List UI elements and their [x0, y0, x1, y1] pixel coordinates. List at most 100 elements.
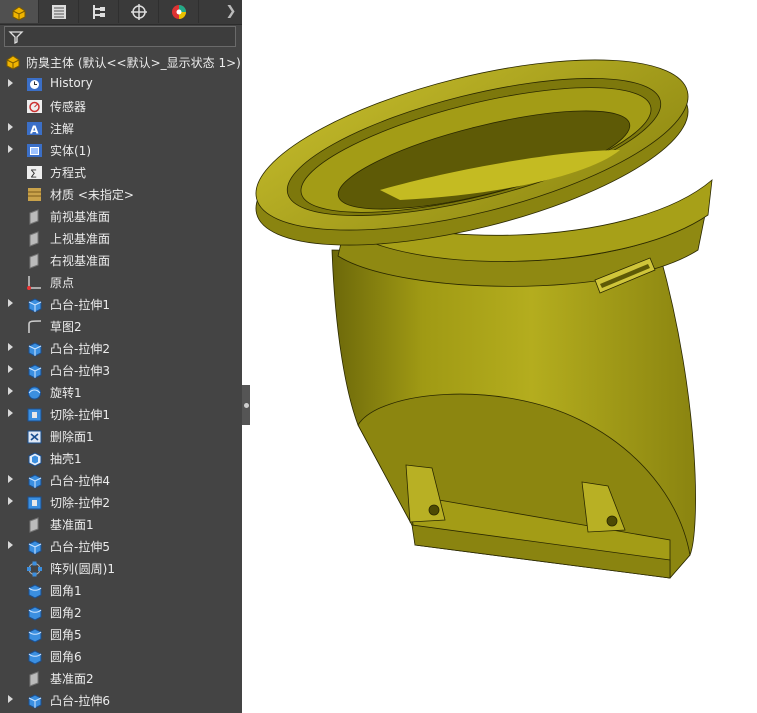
delete-face-icon: [27, 430, 42, 444]
plane-icon: [29, 209, 39, 225]
circular-pattern-icon: [27, 561, 42, 577]
tree-filter-input[interactable]: [4, 26, 236, 47]
plane-icon: [29, 231, 39, 247]
tree-item[interactable]: 凸台-拉伸3: [0, 359, 242, 381]
annotation-icon: A: [27, 122, 42, 137]
tree-item-label: 旋转1: [50, 386, 82, 400]
tree-item-label: 凸台-拉伸5: [50, 540, 110, 554]
sensor-icon: [27, 100, 42, 113]
shell-icon: [28, 452, 42, 467]
cut-extrude-icon: [27, 408, 42, 422]
fillet-icon: [28, 628, 42, 643]
tree-item[interactable]: 基准面2: [0, 667, 242, 689]
expand-arrow-icon[interactable]: [8, 365, 13, 373]
tree-item[interactable]: 圆角1: [0, 579, 242, 601]
tree-item-label: 上视基准面: [50, 232, 111, 246]
tree-item[interactable]: 删除面1: [0, 425, 242, 447]
tree-item[interactable]: 实体(1): [0, 139, 242, 161]
expand-arrow-icon[interactable]: [8, 541, 13, 549]
tree-item[interactable]: 凸台-拉伸5: [0, 535, 242, 557]
tree-item-label: 基准面1: [50, 518, 94, 532]
tree-item[interactable]: 上视基准面: [0, 227, 242, 249]
part-model: [255, 59, 713, 579]
extrude-icon: [28, 342, 42, 357]
tree-item-label: 原点: [50, 276, 75, 290]
tree-item[interactable]: 凸台-拉伸1: [0, 293, 242, 315]
tab-property-manager[interactable]: [40, 0, 79, 23]
part-icon: [6, 55, 20, 70]
tree-root-part[interactable]: 防臭主体 (默认<<默认>_显示状态 1>): [4, 52, 241, 72]
tree-item-label: 实体(1): [50, 144, 91, 158]
tree-item[interactable]: 旋转1: [0, 381, 242, 403]
tree-item[interactable]: 材质 <未指定>: [0, 183, 242, 205]
display-manager-icon: [172, 4, 186, 19]
extrude-icon: [28, 540, 42, 555]
tree-item[interactable]: 圆角2: [0, 601, 242, 623]
more-tabs-chevron-icon[interactable]: ❯: [222, 0, 240, 23]
tree-item[interactable]: 抽壳1: [0, 447, 242, 469]
expand-arrow-icon[interactable]: [8, 123, 13, 131]
solid-bodies-icon: [27, 144, 42, 157]
tree-item-label: 切除-拉伸1: [50, 408, 110, 422]
plane-icon: [29, 671, 39, 687]
feature-manager-panel: ❯ 防臭主体 (默认<<默认>_显示状态 1>) History 传感器 A 注解实体…: [0, 0, 242, 713]
extrude-icon: [28, 364, 42, 379]
expand-arrow-icon[interactable]: [8, 343, 13, 351]
expand-arrow-icon[interactable]: [8, 695, 13, 703]
panel-tabs: ❯: [0, 0, 242, 25]
tree-item[interactable]: 凸台-拉伸6: [0, 689, 242, 711]
tree-item-label: 基准面2: [50, 672, 94, 686]
tree-item[interactable]: 传感器: [0, 95, 242, 117]
material-icon: [28, 188, 41, 201]
tree-item[interactable]: 圆角5: [0, 623, 242, 645]
tree-item-label: 凸台-拉伸6: [50, 694, 110, 708]
crosshair-icon: [131, 3, 147, 20]
tree-item-label: 传感器: [50, 100, 87, 114]
expand-arrow-icon[interactable]: [8, 145, 13, 153]
sketch-icon: [28, 320, 42, 333]
expand-arrow-icon[interactable]: [8, 409, 13, 417]
tab-feature-manager[interactable]: [0, 0, 39, 23]
svg-text:A: A: [30, 124, 39, 137]
tree-item[interactable]: 阵列(圆周)1: [0, 557, 242, 579]
tree-item[interactable]: 凸台-拉伸4: [0, 469, 242, 491]
expand-arrow-icon[interactable]: [8, 497, 13, 505]
tree-item[interactable]: History: [0, 73, 242, 95]
expand-arrow-icon[interactable]: [8, 299, 13, 307]
expand-arrow-icon[interactable]: [8, 475, 13, 483]
cut-extrude-icon: [27, 496, 42, 510]
expand-arrow-icon[interactable]: [8, 387, 13, 395]
model-viewport[interactable]: [250, 0, 757, 713]
tree-item-label: 材质 <未指定>: [50, 188, 134, 202]
tree-item[interactable]: 右视基准面: [0, 249, 242, 271]
property-manager-icon: [52, 4, 66, 19]
tree-item[interactable]: 凸台-拉伸2: [0, 337, 242, 359]
tree-item[interactable]: 圆角6: [0, 645, 242, 667]
tree-item[interactable]: Σ 方程式: [0, 161, 242, 183]
panel-splitter-handle[interactable]: [242, 385, 250, 425]
extrude-icon: [28, 474, 42, 489]
tree-item[interactable]: 草图2: [0, 315, 242, 337]
expand-arrow-icon[interactable]: [8, 79, 13, 87]
tab-display-manager[interactable]: [160, 0, 199, 23]
tab-dimxpert-manager[interactable]: [120, 0, 159, 23]
tree-item-label: History: [50, 76, 93, 90]
plane-icon: [29, 517, 39, 533]
filter-icon: [8, 31, 24, 45]
lug-left-hole: [428, 504, 440, 516]
tree-item-label: 抽壳1: [50, 452, 82, 466]
tree-item[interactable]: A 注解: [0, 117, 242, 139]
tree-item[interactable]: 切除-拉伸2: [0, 491, 242, 513]
tree-item[interactable]: 基准面1: [0, 513, 242, 535]
origin-icon: [27, 276, 41, 290]
tree-item[interactable]: 原点: [0, 271, 242, 293]
fillet-icon: [28, 650, 42, 665]
extrude-icon: [28, 298, 42, 313]
feature-manager-icon: [12, 5, 26, 21]
tree-item[interactable]: 切除-拉伸1: [0, 403, 242, 425]
tree-item-label: 右视基准面: [50, 254, 111, 268]
equations-icon: Σ: [27, 166, 42, 181]
tab-configuration-manager[interactable]: [80, 0, 119, 23]
tree-item[interactable]: 前视基准面: [0, 205, 242, 227]
svg-text:Σ: Σ: [30, 168, 37, 181]
